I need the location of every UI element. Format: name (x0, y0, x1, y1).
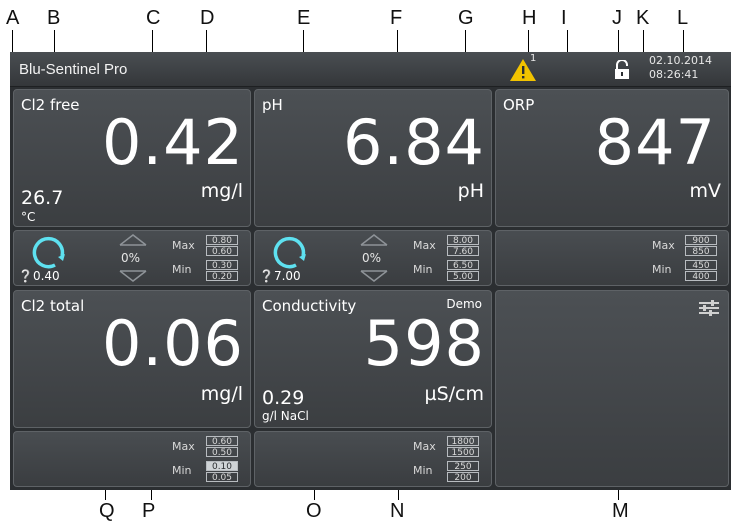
measurement-value: 0.06 (101, 307, 244, 380)
app-title: Blu-Sentinel Pro (19, 61, 128, 78)
min-limit-1[interactable]: 0.30 (206, 260, 238, 271)
callout-c: C (146, 7, 161, 29)
circular-arrow-icon[interactable] (32, 235, 66, 269)
measurement-value: 6.84 (342, 106, 485, 179)
min-limit-2[interactable]: 5.00 (447, 271, 479, 282)
callout-i: I (561, 7, 567, 29)
min-label: Min (172, 263, 192, 276)
panel-title: pH (262, 96, 283, 114)
sliders-settings-icon[interactable] (698, 299, 720, 317)
callout-n: N (390, 500, 405, 522)
min-label: Min (172, 464, 192, 477)
measurement-unit: mV (689, 180, 721, 202)
callout-f: F (390, 7, 403, 29)
measurement-value: 847 (594, 106, 716, 179)
min-limit-1[interactable]: 450 (685, 260, 717, 271)
min-limit-1[interactable]: 250 (447, 461, 479, 472)
max-limit-1[interactable]: 0.80 (206, 235, 238, 246)
callout-q: Q (99, 500, 115, 522)
callout-p: P (142, 500, 156, 522)
max-label: Max (652, 239, 675, 252)
title-bar: Blu-Sentinel Pro 1 02.10.2014 08:26:41 (10, 52, 731, 87)
panel-title: Cl2 free (21, 96, 80, 114)
panel-empty-settings[interactable] (495, 290, 729, 487)
callout-j: J (612, 7, 622, 29)
salinity-value: 0.29 (262, 387, 305, 409)
max-limit-2[interactable]: 0.50 (206, 447, 238, 458)
max-limit-1[interactable]: 8.00 (447, 235, 479, 246)
temperature-unit: °C (21, 210, 36, 224)
max-label: Max (172, 440, 195, 453)
max-limit-1[interactable]: 900 (685, 235, 717, 246)
max-limit-2[interactable]: 0.60 (206, 246, 238, 257)
control-strip-cl2-total[interactable]: Max Min 0.60 0.50 0.10 0.05 (13, 431, 251, 487)
measurement-unit: mg/l (200, 180, 243, 202)
max-label: Max (413, 440, 436, 453)
callout-e: E (297, 7, 311, 29)
panel-conductivity[interactable]: Conductivity Demo 598 µS/cm 0.29 g/l NaC… (254, 290, 492, 428)
control-strip-cl2-free[interactable]: ❔0.40 0% Max Min 0.80 0.60 0.30 0.20 (13, 230, 251, 286)
max-limit-1[interactable]: 0.60 (206, 436, 238, 447)
unlocked-padlock-icon[interactable] (614, 59, 630, 80)
output-percent: 0% (121, 251, 141, 265)
measurement-unit: µS/cm (424, 383, 484, 405)
setpoint-value: ❔7.00 (259, 269, 301, 283)
max-limit-2[interactable]: 850 (685, 246, 717, 257)
date-text: 02.10.2014 (649, 54, 712, 67)
measurement-unit: mg/l (200, 383, 243, 405)
callout-l: L (677, 7, 689, 29)
panel-title: Cl2 total (21, 297, 85, 315)
panel-title: ORP (503, 96, 535, 114)
callout-b: B (47, 7, 61, 29)
max-label: Max (172, 239, 195, 252)
measurement-value: 0.42 (101, 106, 244, 179)
callout-m: M (612, 500, 629, 522)
panel-orp[interactable]: ORP 847 mV (495, 89, 729, 227)
min-label: Min (413, 263, 433, 276)
temperature-value: 26.7 (21, 187, 64, 209)
min-limit-2[interactable]: 200 (447, 472, 479, 483)
panel-cl2-total[interactable]: Cl2 total 0.06 mg/l (13, 290, 251, 428)
min-limit-2[interactable]: 400 (685, 271, 717, 282)
min-label: Min (652, 263, 672, 276)
measurement-unit: pH (457, 180, 484, 202)
panel-cl2-free[interactable]: Cl2 free 0.42 mg/l 26.7 °C (13, 89, 251, 227)
device-screen: Blu-Sentinel Pro 1 02.10.2014 08:26:41 C… (10, 52, 731, 490)
circular-arrow-icon[interactable] (273, 235, 307, 269)
setpoint-value: ❔0.40 (18, 269, 60, 283)
time-text: 08:26:41 (649, 68, 699, 81)
warning-count: 1 (530, 53, 537, 64)
callout-o: O (306, 500, 322, 522)
datetime-display: 02.10.2014 08:26:41 (649, 54, 712, 82)
callout-g: G (458, 7, 474, 29)
callout-a: A (6, 7, 20, 29)
measurement-value: 598 (363, 307, 485, 380)
panel-title: Conductivity (262, 297, 357, 315)
control-strip-orp[interactable]: Max Min 900 850 450 400 (495, 230, 729, 286)
max-limit-1[interactable]: 1800 (447, 436, 479, 447)
min-limit-1[interactable]: 0.10 (206, 461, 238, 472)
control-strip-ph[interactable]: ❔7.00 0% Max Min 8.00 7.60 6.50 5.00 (254, 230, 492, 286)
min-label: Min (413, 464, 433, 477)
min-limit-2[interactable]: 0.05 (206, 472, 238, 483)
output-percent: 0% (362, 251, 382, 265)
max-limit-2[interactable]: 1500 (447, 447, 479, 458)
callout-d: D (200, 7, 215, 29)
min-limit-2[interactable]: 0.20 (206, 271, 238, 282)
callout-h: H (522, 7, 537, 29)
control-strip-conductivity[interactable]: Max Min 1800 1500 250 200 (254, 431, 492, 487)
salinity-unit: g/l NaCl (262, 409, 309, 423)
max-limit-2[interactable]: 7.60 (447, 246, 479, 257)
max-label: Max (413, 239, 436, 252)
callout-k: K (636, 7, 650, 29)
panel-ph[interactable]: pH 6.84 pH (254, 89, 492, 227)
min-limit-1[interactable]: 6.50 (447, 260, 479, 271)
